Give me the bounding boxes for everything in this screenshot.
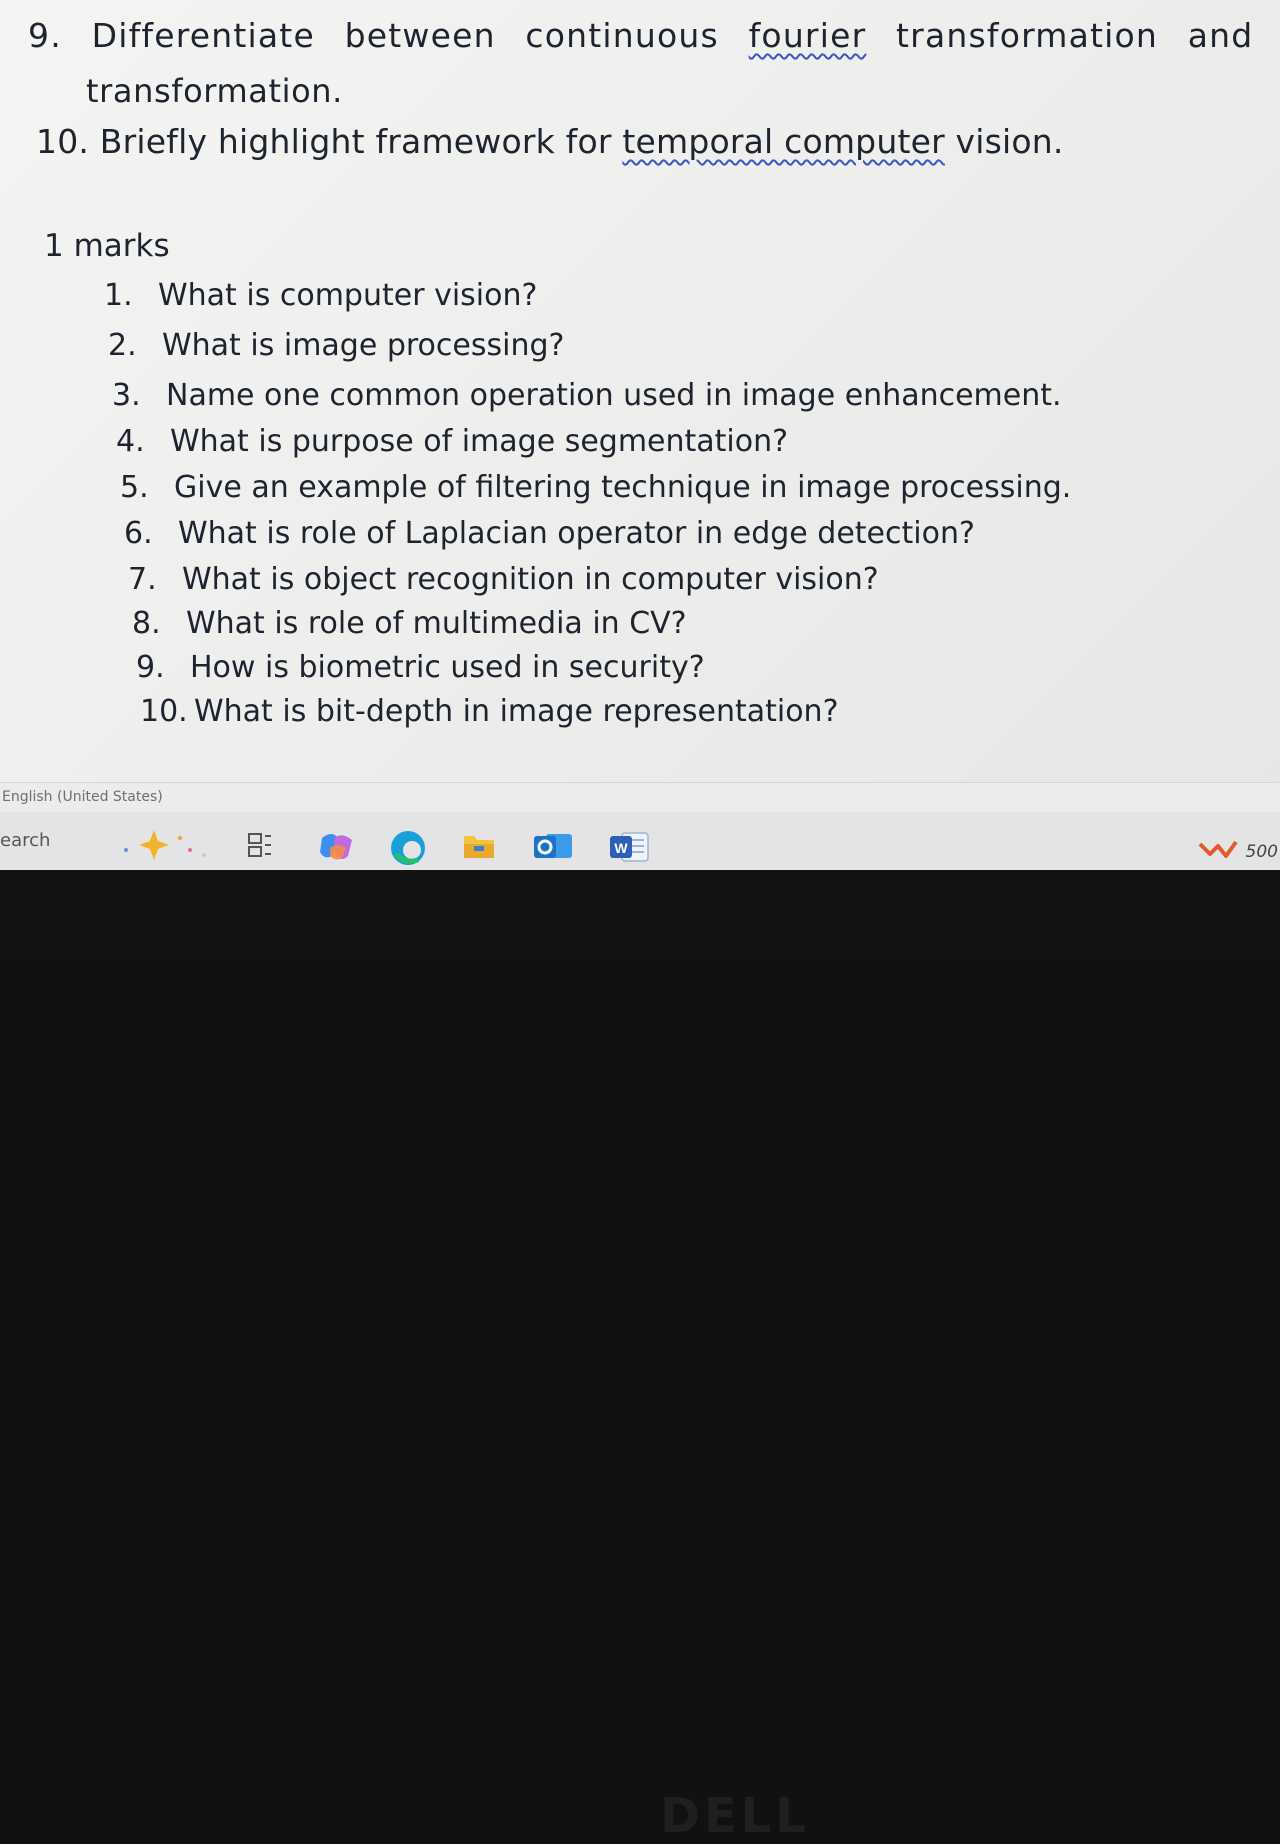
tray-value: 500 xyxy=(1245,842,1278,862)
copilot-sparkle-icon[interactable] xyxy=(118,826,210,866)
list-item: 8. What is role of multimedia in CV? xyxy=(132,606,687,641)
language-indicator[interactable]: English (United States) xyxy=(2,789,163,805)
question-text: vision. xyxy=(944,122,1064,161)
list-item-text: Name one common operation used in image … xyxy=(166,378,1062,413)
list-item: 5. Give an example of filtering technique… xyxy=(120,470,1071,505)
list-item: 7. What is object recognition in computer… xyxy=(128,562,879,597)
word-icon[interactable]: W xyxy=(608,830,650,868)
list-item: 10. What is bit-depth in image representa… xyxy=(140,694,839,729)
question-10-line: 10. Briefly highlight framework for temp… xyxy=(36,122,1064,161)
taskbar: earch W 500 xyxy=(0,812,1280,870)
section-heading: 1 marks xyxy=(44,228,170,264)
question-text: transformation and disc xyxy=(896,16,1280,55)
question-9-line: 9. Differentiate between continuous four… xyxy=(28,16,1280,55)
list-item-text: What is computer vision? xyxy=(158,278,538,313)
list-item: 9. How is biometric used in security? xyxy=(136,650,705,685)
misspelled-word[interactable]: fourier xyxy=(749,16,867,55)
list-item-text: What is image processing? xyxy=(162,328,565,363)
svg-text:W: W xyxy=(614,840,628,856)
list-item-text: What is role of Laplacian operator in ed… xyxy=(178,516,975,551)
list-item: 1. What is computer vision? xyxy=(104,278,537,313)
stock-chart-icon[interactable] xyxy=(1198,838,1238,864)
list-item: 2. What is image processing? xyxy=(108,328,564,363)
list-item-number: 3. xyxy=(112,378,141,413)
list-item-text: How is biometric used in security? xyxy=(190,650,705,685)
brand-logo: DELL xyxy=(660,1788,810,1844)
list-item-text: What is bit-depth in image representatio… xyxy=(194,694,839,729)
question-number: 9. xyxy=(28,16,62,55)
list-item: 6. What is role of Laplacian operator in … xyxy=(124,516,975,551)
list-item: 4. What is purpose of image segmentation? xyxy=(116,424,788,459)
list-item-text: What is role of multimedia in CV? xyxy=(186,606,687,641)
list-item-text: What is object recognition in computer v… xyxy=(182,562,879,597)
list-item-number: 7. xyxy=(128,562,157,597)
misspelled-phrase[interactable]: temporal computer xyxy=(622,122,945,161)
question-text: Differentiate between continuous xyxy=(91,16,749,55)
list-item-number: 8. xyxy=(132,606,161,641)
list-item-number: 2. xyxy=(108,328,137,363)
task-view-icon[interactable] xyxy=(247,832,273,862)
list-item-number: 5. xyxy=(120,470,149,505)
search-box[interactable]: earch xyxy=(0,830,50,851)
list-item-text: Give an example of filtering technique i… xyxy=(174,470,1072,505)
list-item: 3. Name one common operation used in imag… xyxy=(112,378,1062,413)
list-item-number: 4. xyxy=(116,424,145,459)
copilot-app-icon[interactable] xyxy=(318,830,354,868)
list-item-number: 1. xyxy=(104,278,133,313)
list-item-number: 6. xyxy=(124,516,153,551)
question-text: Briefly highlight framework for xyxy=(99,122,623,161)
edge-icon[interactable] xyxy=(388,828,428,870)
list-item-number: 9. xyxy=(136,650,165,685)
monitor-bezel: DELL xyxy=(0,870,1280,1844)
outlook-icon[interactable] xyxy=(532,830,574,866)
word-document-screen: 9. Differentiate between continuous four… xyxy=(0,0,1280,870)
file-explorer-icon[interactable] xyxy=(462,832,496,864)
question-number: 10. xyxy=(36,122,90,161)
status-bar: English (United States) xyxy=(0,782,1280,813)
question-9-continuation: transformation. xyxy=(86,72,343,110)
list-item-text: What is purpose of image segmentation? xyxy=(170,424,789,459)
list-item-number: 10. xyxy=(140,694,188,729)
